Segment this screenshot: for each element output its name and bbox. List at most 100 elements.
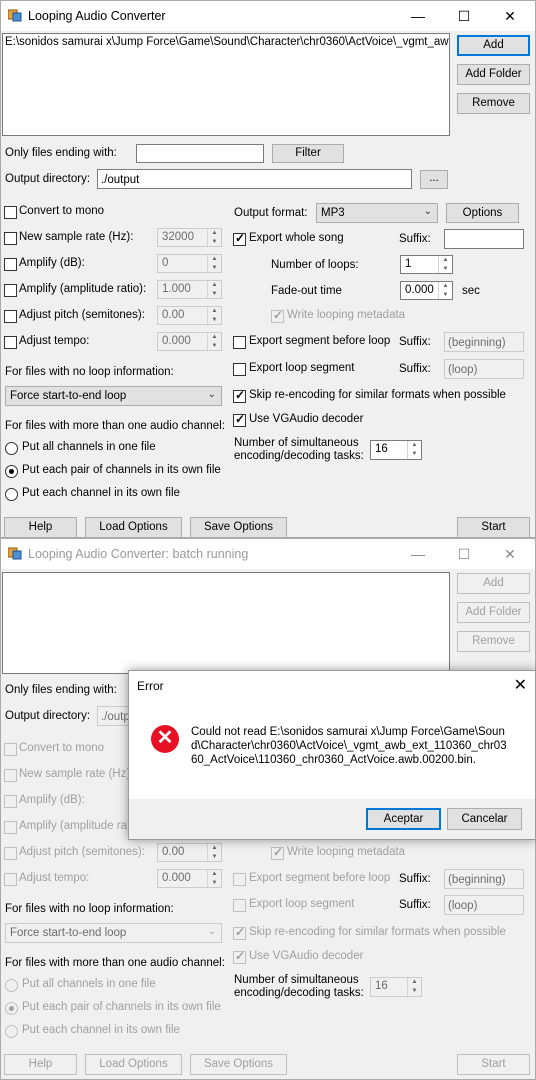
- pitch-stepper[interactable]: 0.00 ▲ ▼: [157, 843, 222, 862]
- write-meta-checkbox[interactable]: [271, 308, 284, 323]
- options-button[interactable]: Options: [446, 203, 519, 223]
- export-before-checkbox[interactable]: [233, 336, 246, 349]
- file-list[interactable]: E:\sonidos samurai x\Jump Force\Game\Sou…: [2, 33, 450, 136]
- pitch-checkbox[interactable]: [4, 310, 17, 323]
- stepper-arrows-icon[interactable]: ▲ ▼: [207, 307, 221, 324]
- tempo-stepper[interactable]: 0.000 ▲ ▼: [157, 332, 222, 351]
- no-loop-select[interactable]: Force start-to-end loop ⌄: [5, 386, 222, 406]
- channels-label: For files with more than one audio chann…: [5, 420, 225, 432]
- stepper-arrows-icon[interactable]: ▲ ▼: [207, 844, 221, 861]
- radio-pair-channels[interactable]: [5, 1002, 18, 1015]
- close-icon[interactable]: ✕: [487, 1, 533, 31]
- sample-rate-checkbox[interactable]: [4, 232, 17, 245]
- amplify-ratio-stepper[interactable]: 1.000 ▲ ▼: [157, 280, 222, 299]
- help-button[interactable]: Help: [4, 1054, 77, 1075]
- radio-all-channels[interactable]: [5, 442, 18, 455]
- sec-label: sec: [462, 285, 480, 297]
- add-button[interactable]: Add: [457, 573, 530, 594]
- save-options-button[interactable]: Save Options: [190, 517, 287, 538]
- add-folder-button[interactable]: Add Folder: [457, 64, 530, 85]
- browse-button[interactable]: ...: [420, 170, 448, 189]
- vgaudio-checkbox[interactable]: [233, 412, 246, 427]
- export-loop-checkbox[interactable]: [233, 899, 246, 912]
- filter-input[interactable]: [136, 144, 264, 163]
- suffix-loop-input[interactable]: (loop): [444, 359, 524, 379]
- skip-reencode-label: Skip re-encoding for similar formats whe…: [249, 389, 506, 401]
- list-item[interactable]: E:\sonidos samurai x\Jump Force\Game\Sou…: [3, 34, 449, 50]
- num-loops-stepper[interactable]: 1 ▲ ▼: [400, 255, 453, 274]
- remove-button[interactable]: Remove: [457, 631, 530, 652]
- maximize-icon[interactable]: ☐: [441, 1, 487, 31]
- skip-reencode-checkbox[interactable]: [233, 388, 246, 403]
- maximize-icon[interactable]: ☐: [441, 539, 487, 569]
- file-list[interactable]: [2, 572, 450, 674]
- dialog-title-bar[interactable]: Error ✕: [129, 671, 535, 701]
- stepper-arrows-icon[interactable]: ▲ ▼: [207, 229, 221, 246]
- error-icon: ✕: [151, 725, 179, 753]
- amplify-db-checkbox[interactable]: [4, 795, 17, 808]
- help-button[interactable]: Help: [4, 517, 77, 538]
- filter-button[interactable]: Filter: [272, 144, 344, 163]
- save-options-button[interactable]: Save Options: [190, 1054, 287, 1075]
- minimize-icon[interactable]: —: [395, 1, 441, 31]
- title-bar[interactable]: Looping Audio Converter: batch running —…: [1, 539, 535, 569]
- vgaudio-checkbox[interactable]: [233, 949, 246, 964]
- amplify-db-checkbox[interactable]: [4, 258, 17, 271]
- fadeout-stepper[interactable]: 0.000 ▲ ▼: [400, 281, 453, 300]
- stepper-arrows-icon[interactable]: ▲ ▼: [207, 255, 221, 272]
- convert-mono-checkbox[interactable]: [4, 743, 17, 756]
- radio-all-channels[interactable]: [5, 979, 18, 992]
- output-dir-input[interactable]: ./output: [97, 169, 412, 189]
- radio-each-channel[interactable]: [5, 488, 18, 501]
- load-options-button[interactable]: Load Options: [85, 517, 182, 538]
- export-whole-checkbox[interactable]: [233, 231, 246, 246]
- amplify-ratio-checkbox[interactable]: [4, 821, 17, 834]
- minimize-icon[interactable]: —: [395, 539, 441, 569]
- num-tasks-stepper[interactable]: 16 ▲ ▼: [370, 977, 422, 997]
- suffix-label: Suffix:: [399, 899, 431, 911]
- remove-button[interactable]: Remove: [457, 93, 530, 114]
- close-icon[interactable]: ✕: [514, 675, 527, 695]
- stepper-arrows-icon[interactable]: ▲ ▼: [438, 282, 452, 299]
- tempo-checkbox[interactable]: [4, 336, 17, 349]
- pitch-checkbox[interactable]: [4, 847, 17, 860]
- tempo-stepper[interactable]: 0.000 ▲ ▼: [157, 869, 222, 888]
- stepper-arrows-icon[interactable]: ▲ ▼: [207, 333, 221, 350]
- export-before-checkbox[interactable]: [233, 873, 246, 886]
- add-button[interactable]: Add: [457, 35, 530, 56]
- start-button[interactable]: Start: [457, 1054, 530, 1075]
- suffix-whole-input[interactable]: [444, 229, 524, 249]
- pitch-stepper[interactable]: 0.00 ▲ ▼: [157, 306, 222, 325]
- amplify-db-stepper[interactable]: 0 ▲ ▼: [157, 254, 222, 273]
- tempo-checkbox[interactable]: [4, 873, 17, 886]
- add-folder-button[interactable]: Add Folder: [457, 602, 530, 623]
- suffix-loop-input[interactable]: (loop): [444, 895, 524, 915]
- stepper-arrows-icon[interactable]: ▲ ▼: [207, 281, 221, 298]
- num-tasks-stepper[interactable]: 16 ▲ ▼: [370, 440, 422, 460]
- suffix-before-input[interactable]: (beginning): [444, 332, 524, 352]
- stepper-arrows-icon[interactable]: ▲ ▼: [207, 870, 221, 887]
- suffix-before-input[interactable]: (beginning): [444, 869, 524, 889]
- radio-each-channel[interactable]: [5, 1025, 18, 1038]
- close-icon[interactable]: ✕: [487, 539, 533, 569]
- output-format-select[interactable]: MP3 ⌄: [316, 203, 438, 223]
- load-options-button[interactable]: Load Options: [85, 1054, 182, 1075]
- accept-button[interactable]: Aceptar: [366, 808, 441, 830]
- skip-reencode-checkbox[interactable]: [233, 925, 246, 940]
- num-tasks-label: Number of simultaneous encoding/decoding…: [234, 974, 364, 999]
- write-meta-checkbox[interactable]: [271, 845, 284, 860]
- cancel-button[interactable]: Cancelar: [447, 808, 522, 830]
- title-bar[interactable]: Looping Audio Converter — ☐ ✕: [1, 1, 535, 31]
- sample-rate-stepper[interactable]: 32000 ▲ ▼: [157, 228, 222, 247]
- stepper-arrows-icon[interactable]: ▲ ▼: [438, 256, 452, 273]
- stepper-arrows-icon[interactable]: ▲ ▼: [407, 441, 421, 459]
- start-button[interactable]: Start: [457, 517, 530, 538]
- amplify-ratio-checkbox[interactable]: [4, 284, 17, 297]
- export-loop-checkbox[interactable]: [233, 363, 246, 376]
- suffix-label: Suffix:: [399, 233, 431, 245]
- stepper-arrows-icon[interactable]: ▲ ▼: [407, 978, 421, 996]
- convert-mono-checkbox[interactable]: [4, 206, 17, 219]
- sample-rate-checkbox[interactable]: [4, 769, 17, 782]
- radio-pair-channels[interactable]: [5, 465, 18, 478]
- no-loop-select[interactable]: Force start-to-end loop ⌄: [5, 923, 222, 943]
